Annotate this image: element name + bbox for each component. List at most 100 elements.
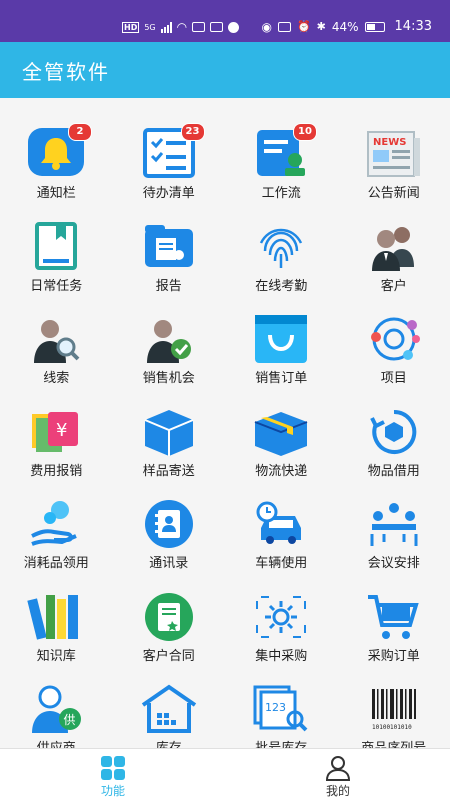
grid-item-label: 物流快递 [225,460,338,479]
grid-item-label: 会议安排 [338,552,450,571]
grid-item-leads[interactable]: 线索 [0,313,113,406]
logistics-box-icon [251,406,311,458]
nav-tab-label: 功能 [53,782,173,799]
grid-item-label: 车辆使用 [225,552,338,571]
app-bar: 全管软件 [0,42,450,98]
grid-item-purchase-order[interactable]: 采购订单 [338,591,450,684]
nfc-icon [278,22,291,32]
grid-item-todo-list[interactable]: 23 待办清单 [113,128,226,221]
warehouse-icon [139,683,199,735]
batch-number-icon: 123 [251,683,311,735]
person-icon [324,755,352,781]
grid-item-label: 供应商 [0,737,113,748]
grid-item-sales-order[interactable]: 销售订单 [225,313,338,406]
grid-item-report[interactable]: 报告 [113,221,226,314]
supplier-tag: 供 [64,713,76,727]
grid-item-label: 样品寄送 [113,460,226,479]
grid-item-project[interactable]: 项目 [338,313,450,406]
books-icon [26,591,86,643]
grid-item-label: 知识库 [0,645,113,664]
central-purchase-gear-icon [251,591,311,643]
grid-item-sales-opportunity[interactable]: 销售机会 [113,313,226,406]
grid-item-label: 在线考勤 [225,275,338,294]
grid-icon [99,755,127,781]
svg-text:NEWS: NEWS [373,137,406,148]
expense-yen-icon: ¥ [26,406,86,458]
meeting-icon [364,498,424,550]
grid-item-meeting[interactable]: 会议安排 [338,498,450,591]
grid-item-label: 线索 [0,367,113,386]
batch-tag: 123 [265,701,286,714]
status-icons-right: ◉ ⏰ ✱ 44% 14:33 [261,19,432,34]
signal-icon [161,22,172,33]
network-type: 5G [144,23,155,32]
grid-item-vehicle-use[interactable]: 车辆使用 [225,498,338,591]
grid-item-label: 销售机会 [113,367,226,386]
grid-item-notifications[interactable]: 2 通知栏 [0,128,113,221]
status-bar: HD 5G ◠ ◉ ⏰ ✱ 44% 14:33 [0,0,450,42]
grid-item-label: 通讯录 [113,552,226,571]
grid-item-label: 项目 [338,367,450,386]
grid-item-logistics[interactable]: 物流快递 [225,406,338,499]
shopping-bag-icon [251,313,311,365]
project-network-icon [364,313,424,365]
item-loan-icon [364,406,424,458]
alarm-icon: ⏰ [297,20,311,33]
consumables-hand-icon [26,498,86,550]
grid-item-attendance[interactable]: 在线考勤 [225,221,338,314]
nav-tab-label: 我的 [278,782,398,799]
status-icons-left: HD 5G ◠ [122,20,239,34]
grid-item-contacts[interactable]: 通讯录 [113,498,226,591]
address-book-icon [139,498,199,550]
grid-item-customers[interactable]: 客户 [338,221,450,314]
bookmark-document-icon [26,221,86,273]
grid-item-announcements[interactable]: NEWS 公告新闻 [338,128,450,221]
todo-count-badge: 23 [181,123,205,141]
grid-item-serial-number[interactable]: 10100101010 商品序列号 [338,683,450,748]
wifi-icon: ◠ [177,20,187,34]
grid-item-label: 报告 [113,275,226,294]
grid-item-label: 批号库存 [225,737,338,748]
grid-item-customer-contract[interactable]: 客户合同 [113,591,226,684]
grid-item-label: 待办清单 [113,182,226,201]
app-notification-icon-2 [210,22,223,32]
eye-icon: ◉ [261,20,271,34]
nav-tab-functions[interactable]: 功能 [53,749,173,801]
grid-item-label: 销售订单 [225,367,338,386]
grid-item-expense[interactable]: ¥ 费用报销 [0,406,113,499]
grid-item-sample-shipping[interactable]: 样品寄送 [113,406,226,499]
grid-item-knowledge-base[interactable]: 知识库 [0,591,113,684]
grid-item-label: 客户 [338,275,450,294]
grid-item-label: 消耗品领用 [0,552,113,571]
grid-item-workflow[interactable]: 10 工作流 [225,128,338,221]
grid-item-label: 客户合同 [113,645,226,664]
grid-item-label: 集中采购 [225,645,338,664]
grid-item-label: 费用报销 [0,460,113,479]
function-grid-area[interactable]: 2 通知栏 23 待办清单 10 工作流 NEWS 公告新闻 [0,98,450,748]
grid-item-label: 公告新闻 [338,182,450,201]
sample-box-icon [139,406,199,458]
message-icon [228,22,239,33]
grid-item-label: 库存 [113,737,226,748]
grid-item-central-purchasing[interactable]: 集中采购 [225,591,338,684]
grid-item-label: 通知栏 [0,182,113,201]
grid-item-batch-inventory[interactable]: 123 批号库存 [225,683,338,748]
grid-item-consumables[interactable]: 消耗品领用 [0,498,113,591]
grid-item-inventory[interactable]: 库存 [113,683,226,748]
grid-item-label: 商品序列号 [338,737,450,748]
hd-indicator: HD [122,22,139,33]
bluetooth-icon: ✱ [317,20,326,33]
grid-item-daily-tasks[interactable]: 日常任务 [0,221,113,314]
car-clock-icon [251,498,311,550]
grid-item-supplier[interactable]: 供 供应商 [0,683,113,748]
grid-item-label: 日常任务 [0,275,113,294]
nav-tab-me[interactable]: 我的 [278,749,398,801]
app-title: 全管软件 [22,56,110,85]
grid-item-label: 采购订单 [338,645,450,664]
contract-icon [139,591,199,643]
barcode-digits: 10100101010 [372,724,412,731]
battery-percent: 44% [332,20,359,34]
grid-item-item-loan[interactable]: 物品借用 [338,406,450,499]
svg-text:¥: ¥ [56,420,67,441]
barcode-icon: 10100101010 [364,683,424,735]
